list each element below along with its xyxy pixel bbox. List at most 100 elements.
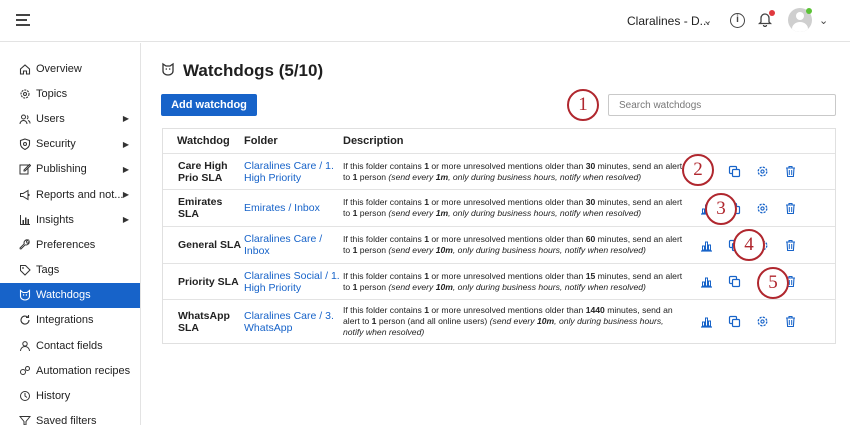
column-header-description: Description bbox=[343, 134, 404, 147]
sidebar-item-users[interactable]: Users ▶ bbox=[0, 106, 140, 131]
description-d2: or more unresolved mentions older than bbox=[429, 197, 586, 207]
megaphone-icon bbox=[19, 189, 31, 201]
column-header-watchdog: Watchdog bbox=[177, 135, 230, 147]
sidebar-item-label: History bbox=[36, 390, 71, 403]
folder-link[interactable]: Claralines Care / 1. High Priority bbox=[244, 160, 343, 184]
description-d1: If this folder contains bbox=[343, 270, 425, 281]
watchdog-name: Emirates SLA bbox=[178, 196, 223, 220]
description-d5: (send every bbox=[388, 245, 436, 255]
description-every: 10m bbox=[435, 245, 453, 255]
sidebar-item-overview[interactable]: Overview bbox=[0, 56, 140, 81]
caret-right-icon[interactable]: ▶ bbox=[123, 165, 129, 174]
sidebar-item-contact-fields[interactable]: Contact fields bbox=[0, 333, 140, 358]
sidebar-item-integrations[interactable]: Integrations bbox=[0, 308, 140, 333]
sidebar-item-label: Contact fields bbox=[36, 339, 103, 352]
folder-link[interactable]: Claralines Social / 1. High Priority bbox=[244, 270, 343, 294]
chevron-down-icon[interactable]: ⌄ bbox=[703, 14, 712, 27]
sidebar-item-insights[interactable]: Insights ▶ bbox=[0, 207, 140, 232]
chart-icon[interactable] bbox=[699, 275, 713, 289]
folder-link[interactable]: Claralines Care / Inbox bbox=[244, 233, 343, 257]
copy-icon[interactable] bbox=[727, 275, 741, 289]
table-row: Care High Prio SLA Claralines Care / 1. H… bbox=[163, 154, 835, 190]
description-minutes: 30 bbox=[585, 197, 596, 207]
person-icon bbox=[19, 340, 31, 352]
description-d5: (send every bbox=[388, 208, 436, 218]
folder-link[interactable]: Emirates / Inbox bbox=[244, 202, 343, 214]
caret-right-icon[interactable]: ▶ bbox=[123, 114, 129, 123]
trash-icon[interactable] bbox=[783, 315, 797, 329]
sidebar-item-label: Overview bbox=[36, 62, 82, 75]
description-d1: If this folder contains bbox=[343, 234, 425, 244]
description-d6: , only during business hours, notify whe… bbox=[452, 245, 646, 255]
row-actions bbox=[685, 315, 811, 329]
sidebar-item-history[interactable]: History bbox=[0, 383, 140, 408]
description-d4: person bbox=[357, 245, 389, 255]
sidebar-item-label: Integrations bbox=[36, 314, 94, 327]
description-d6: , only during business hours, notify whe… bbox=[448, 208, 642, 218]
settings-icon[interactable] bbox=[755, 315, 769, 329]
sidebar-item-automation-recipes[interactable]: Automation recipes bbox=[0, 358, 140, 383]
description-d2: or more unresolved mentions older than bbox=[429, 234, 586, 244]
description-minutes: 30 bbox=[585, 160, 596, 171]
sidebar-item-label: Topics bbox=[36, 87, 68, 100]
settings-icon[interactable] bbox=[755, 201, 769, 215]
description-d5: (send every bbox=[388, 281, 436, 292]
tag-icon bbox=[19, 264, 31, 276]
sidebar-item-publishing[interactable]: Publishing ▶ bbox=[0, 157, 140, 182]
callout-2: 2 bbox=[682, 154, 714, 186]
watchdog-description: If this folder contains 1 or more unreso… bbox=[343, 197, 685, 219]
gear-icon bbox=[19, 88, 31, 100]
trash-icon[interactable] bbox=[783, 201, 797, 215]
sidebar-item-preferences[interactable]: Preferences bbox=[0, 232, 140, 257]
sidebar-item-label: Reports and not... bbox=[36, 188, 124, 201]
watchdog-icon bbox=[161, 61, 175, 81]
sidebar-item-watchdogs[interactable]: Watchdogs bbox=[0, 282, 140, 308]
trash-icon[interactable] bbox=[783, 238, 797, 252]
caret-right-icon[interactable]: ▶ bbox=[123, 140, 129, 149]
folder-link[interactable]: Claralines Care / 3. WhatsApp bbox=[244, 310, 343, 334]
watchdog-description: If this folder contains 1 or more unreso… bbox=[343, 161, 685, 183]
add-watchdog-button[interactable]: Add watchdog bbox=[161, 94, 257, 116]
search-input[interactable] bbox=[608, 94, 836, 116]
trash-icon[interactable] bbox=[783, 165, 797, 179]
chart-icon[interactable] bbox=[699, 315, 713, 329]
sidebar-item-reports-and-not[interactable]: Reports and not... ▶ bbox=[0, 182, 140, 207]
description-d5: (send every bbox=[489, 316, 537, 326]
sidebar-item-security[interactable]: Security ▶ bbox=[0, 132, 140, 157]
description-d4: person bbox=[357, 208, 389, 218]
description-d2: or more unresolved mentions older than bbox=[429, 305, 586, 315]
copy-icon[interactable] bbox=[727, 315, 741, 329]
description-minutes: 1440 bbox=[585, 305, 605, 315]
info-icon[interactable]: i bbox=[730, 13, 745, 28]
sidebar-item-tags[interactable]: Tags bbox=[0, 258, 140, 283]
sidebar-item-saved-filters[interactable]: Saved filters bbox=[0, 409, 140, 425]
copy-icon[interactable] bbox=[727, 165, 741, 179]
caret-right-icon[interactable]: ▶ bbox=[123, 190, 129, 199]
account-name[interactable]: Claralines - D... bbox=[627, 14, 710, 28]
description-every: 1m bbox=[435, 208, 449, 218]
sidebar-item-label: Tags bbox=[36, 264, 60, 277]
description-d1: If this folder contains bbox=[343, 197, 425, 207]
sidebar-item-topics[interactable]: Topics bbox=[0, 81, 140, 106]
callout-1: 1 bbox=[567, 89, 599, 121]
watchdog-description: If this folder contains 1 or more unreso… bbox=[343, 234, 685, 256]
sidebar: Overview Topics Users ▶ Security ▶ Publishing ▶… bbox=[0, 43, 141, 425]
description-d5: (send every bbox=[388, 171, 436, 182]
refresh-icon bbox=[19, 314, 31, 326]
caret-right-icon[interactable]: ▶ bbox=[123, 215, 129, 224]
settings-icon[interactable] bbox=[755, 165, 769, 179]
description-d4: person bbox=[357, 171, 389, 182]
chevron-down-icon[interactable]: ⌄ bbox=[819, 14, 828, 27]
hamburger-menu-icon[interactable] bbox=[16, 14, 30, 26]
users-icon bbox=[19, 113, 31, 125]
sidebar-item-label: Preferences bbox=[36, 238, 96, 251]
shield-icon bbox=[19, 138, 31, 151]
description-every: 1m bbox=[435, 171, 449, 182]
edit-icon bbox=[19, 163, 31, 175]
filter-icon bbox=[19, 415, 31, 425]
description-d4: person bbox=[357, 281, 389, 292]
sidebar-item-label: Automation recipes bbox=[36, 364, 131, 377]
top-bar: Claralines - D... ⌄ i ⌄ bbox=[0, 0, 850, 42]
chart-icon[interactable] bbox=[699, 238, 713, 252]
description-every: 10m bbox=[435, 281, 453, 292]
